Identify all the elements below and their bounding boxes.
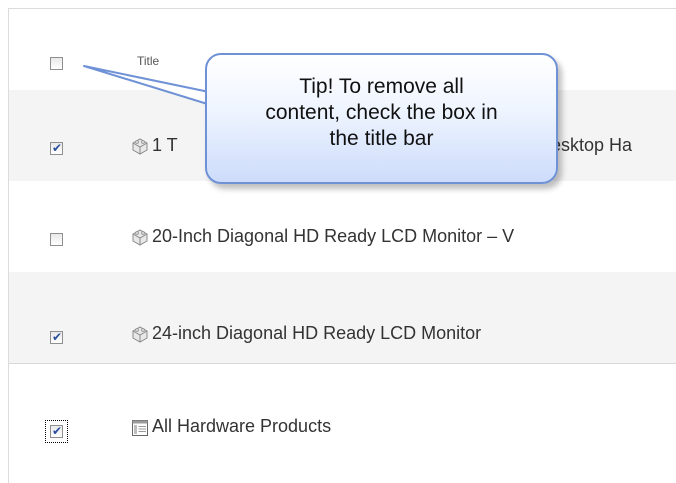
category-page-icon bbox=[132, 420, 148, 436]
table-row: ✔ All Hardware Products bbox=[9, 363, 676, 455]
row-title[interactable]: 20-Inch Diagonal HD Ready LCD Monitor – … bbox=[152, 226, 514, 247]
title-column-header[interactable]: Title bbox=[137, 54, 159, 68]
row-checkbox[interactable]: ✔ bbox=[50, 330, 63, 344]
tooltip-line-2: content, check the box in bbox=[265, 101, 498, 124]
package-icon bbox=[132, 229, 148, 246]
row-title-suffix[interactable]: esktop Ha bbox=[551, 135, 632, 156]
row-title-prefix[interactable]: 1 T bbox=[152, 135, 178, 156]
package-icon bbox=[132, 326, 148, 343]
row-checkbox[interactable] bbox=[50, 233, 63, 246]
select-all-checkbox[interactable] bbox=[50, 57, 63, 70]
table-row: ✔ 24-inch Diagonal HD Ready LCD Monitor bbox=[9, 272, 676, 363]
table-row: 20-Inch Diagonal HD Ready LCD Monitor – … bbox=[9, 181, 676, 272]
tip-tooltip: Tip! To remove all content, check the bo… bbox=[205, 53, 558, 184]
tooltip-line-3: the title bar bbox=[329, 127, 434, 150]
row-checkbox[interactable]: ✔ bbox=[45, 420, 68, 443]
row-checkbox[interactable]: ✔ bbox=[50, 141, 63, 155]
row-title[interactable]: All Hardware Products bbox=[152, 416, 331, 437]
tooltip-line-1: Tip! To remove all bbox=[299, 75, 464, 98]
package-icon bbox=[132, 138, 148, 155]
row-title[interactable]: 24-inch Diagonal HD Ready LCD Monitor bbox=[152, 323, 481, 344]
